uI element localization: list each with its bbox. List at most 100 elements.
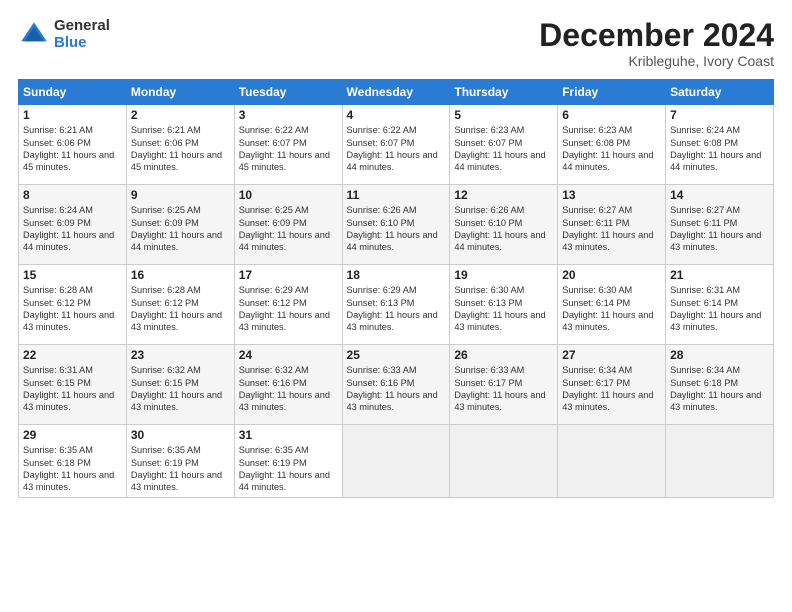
day-header-sunday: Sunday bbox=[19, 80, 127, 105]
day-info: Sunrise: 6:23 AMSunset: 6:07 PMDaylight:… bbox=[454, 125, 545, 172]
calendar-cell: 25 Sunrise: 6:33 AMSunset: 6:16 PMDaylig… bbox=[342, 345, 450, 425]
day-header-saturday: Saturday bbox=[666, 80, 774, 105]
day-number: 21 bbox=[670, 268, 769, 282]
day-header-monday: Monday bbox=[126, 80, 234, 105]
calendar-cell: 9 Sunrise: 6:25 AMSunset: 6:09 PMDayligh… bbox=[126, 185, 234, 265]
day-number: 28 bbox=[670, 348, 769, 362]
calendar-cell: 10 Sunrise: 6:25 AMSunset: 6:09 PMDaylig… bbox=[234, 185, 342, 265]
calendar-cell: 8 Sunrise: 6:24 AMSunset: 6:09 PMDayligh… bbox=[19, 185, 127, 265]
day-info: Sunrise: 6:30 AMSunset: 6:13 PMDaylight:… bbox=[454, 285, 545, 332]
day-info: Sunrise: 6:29 AMSunset: 6:12 PMDaylight:… bbox=[239, 285, 330, 332]
calendar-cell: 19 Sunrise: 6:30 AMSunset: 6:13 PMDaylig… bbox=[450, 265, 558, 345]
day-number: 27 bbox=[562, 348, 661, 362]
day-info: Sunrise: 6:35 AMSunset: 6:18 PMDaylight:… bbox=[23, 445, 114, 492]
calendar-cell: 15 Sunrise: 6:28 AMSunset: 6:12 PMDaylig… bbox=[19, 265, 127, 345]
calendar-cell bbox=[342, 425, 450, 498]
calendar-table: SundayMondayTuesdayWednesdayThursdayFrid… bbox=[18, 79, 774, 498]
calendar-week-1: 1 Sunrise: 6:21 AMSunset: 6:06 PMDayligh… bbox=[19, 105, 774, 185]
day-number: 31 bbox=[239, 428, 338, 442]
day-info: Sunrise: 6:34 AMSunset: 6:17 PMDaylight:… bbox=[562, 365, 653, 412]
day-info: Sunrise: 6:24 AMSunset: 6:08 PMDaylight:… bbox=[670, 125, 761, 172]
calendar-week-4: 22 Sunrise: 6:31 AMSunset: 6:15 PMDaylig… bbox=[19, 345, 774, 425]
calendar-cell: 26 Sunrise: 6:33 AMSunset: 6:17 PMDaylig… bbox=[450, 345, 558, 425]
day-header-friday: Friday bbox=[558, 80, 666, 105]
day-number: 18 bbox=[347, 268, 446, 282]
day-number: 19 bbox=[454, 268, 553, 282]
day-header-tuesday: Tuesday bbox=[234, 80, 342, 105]
calendar-cell: 31 Sunrise: 6:35 AMSunset: 6:19 PMDaylig… bbox=[234, 425, 342, 498]
month-title: December 2024 bbox=[539, 18, 774, 53]
calendar-cell: 11 Sunrise: 6:26 AMSunset: 6:10 PMDaylig… bbox=[342, 185, 450, 265]
day-number: 24 bbox=[239, 348, 338, 362]
day-number: 17 bbox=[239, 268, 338, 282]
day-number: 26 bbox=[454, 348, 553, 362]
day-info: Sunrise: 6:32 AMSunset: 6:15 PMDaylight:… bbox=[131, 365, 222, 412]
day-info: Sunrise: 6:29 AMSunset: 6:13 PMDaylight:… bbox=[347, 285, 438, 332]
calendar-cell bbox=[450, 425, 558, 498]
logo-general-text: General bbox=[54, 18, 110, 35]
calendar-cell: 1 Sunrise: 6:21 AMSunset: 6:06 PMDayligh… bbox=[19, 105, 127, 185]
day-info: Sunrise: 6:25 AMSunset: 6:09 PMDaylight:… bbox=[239, 205, 330, 252]
calendar-week-3: 15 Sunrise: 6:28 AMSunset: 6:12 PMDaylig… bbox=[19, 265, 774, 345]
day-info: Sunrise: 6:21 AMSunset: 6:06 PMDaylight:… bbox=[23, 125, 114, 172]
day-info: Sunrise: 6:26 AMSunset: 6:10 PMDaylight:… bbox=[347, 205, 438, 252]
day-info: Sunrise: 6:25 AMSunset: 6:09 PMDaylight:… bbox=[131, 205, 222, 252]
day-number: 5 bbox=[454, 108, 553, 122]
calendar-cell: 16 Sunrise: 6:28 AMSunset: 6:12 PMDaylig… bbox=[126, 265, 234, 345]
day-info: Sunrise: 6:30 AMSunset: 6:14 PMDaylight:… bbox=[562, 285, 653, 332]
day-header-thursday: Thursday bbox=[450, 80, 558, 105]
header: General Blue December 2024 Kribleguhe, I… bbox=[18, 18, 774, 69]
logo-blue-text: Blue bbox=[54, 35, 110, 52]
day-info: Sunrise: 6:28 AMSunset: 6:12 PMDaylight:… bbox=[131, 285, 222, 332]
day-info: Sunrise: 6:31 AMSunset: 6:15 PMDaylight:… bbox=[23, 365, 114, 412]
day-number: 29 bbox=[23, 428, 122, 442]
day-number: 6 bbox=[562, 108, 661, 122]
calendar-cell: 17 Sunrise: 6:29 AMSunset: 6:12 PMDaylig… bbox=[234, 265, 342, 345]
calendar-cell: 28 Sunrise: 6:34 AMSunset: 6:18 PMDaylig… bbox=[666, 345, 774, 425]
day-number: 11 bbox=[347, 188, 446, 202]
calendar-cell: 12 Sunrise: 6:26 AMSunset: 6:10 PMDaylig… bbox=[450, 185, 558, 265]
calendar-cell: 7 Sunrise: 6:24 AMSunset: 6:08 PMDayligh… bbox=[666, 105, 774, 185]
day-number: 3 bbox=[239, 108, 338, 122]
day-number: 4 bbox=[347, 108, 446, 122]
day-info: Sunrise: 6:22 AMSunset: 6:07 PMDaylight:… bbox=[347, 125, 438, 172]
calendar-cell: 3 Sunrise: 6:22 AMSunset: 6:07 PMDayligh… bbox=[234, 105, 342, 185]
day-number: 1 bbox=[23, 108, 122, 122]
location: Kribleguhe, Ivory Coast bbox=[539, 53, 774, 69]
calendar-cell: 6 Sunrise: 6:23 AMSunset: 6:08 PMDayligh… bbox=[558, 105, 666, 185]
day-info: Sunrise: 6:24 AMSunset: 6:09 PMDaylight:… bbox=[23, 205, 114, 252]
day-info: Sunrise: 6:32 AMSunset: 6:16 PMDaylight:… bbox=[239, 365, 330, 412]
calendar-cell: 21 Sunrise: 6:31 AMSunset: 6:14 PMDaylig… bbox=[666, 265, 774, 345]
day-number: 10 bbox=[239, 188, 338, 202]
day-number: 12 bbox=[454, 188, 553, 202]
day-info: Sunrise: 6:35 AMSunset: 6:19 PMDaylight:… bbox=[239, 445, 330, 492]
calendar-cell: 24 Sunrise: 6:32 AMSunset: 6:16 PMDaylig… bbox=[234, 345, 342, 425]
logo-text: General Blue bbox=[54, 18, 110, 51]
day-number: 22 bbox=[23, 348, 122, 362]
calendar-cell: 18 Sunrise: 6:29 AMSunset: 6:13 PMDaylig… bbox=[342, 265, 450, 345]
calendar-week-2: 8 Sunrise: 6:24 AMSunset: 6:09 PMDayligh… bbox=[19, 185, 774, 265]
calendar-cell: 13 Sunrise: 6:27 AMSunset: 6:11 PMDaylig… bbox=[558, 185, 666, 265]
day-number: 23 bbox=[131, 348, 230, 362]
day-info: Sunrise: 6:34 AMSunset: 6:18 PMDaylight:… bbox=[670, 365, 761, 412]
day-number: 8 bbox=[23, 188, 122, 202]
day-number: 15 bbox=[23, 268, 122, 282]
calendar-week-5: 29 Sunrise: 6:35 AMSunset: 6:18 PMDaylig… bbox=[19, 425, 774, 498]
logo-icon bbox=[18, 19, 50, 51]
day-number: 2 bbox=[131, 108, 230, 122]
page: General Blue December 2024 Kribleguhe, I… bbox=[0, 0, 792, 612]
day-info: Sunrise: 6:22 AMSunset: 6:07 PMDaylight:… bbox=[239, 125, 330, 172]
day-info: Sunrise: 6:23 AMSunset: 6:08 PMDaylight:… bbox=[562, 125, 653, 172]
calendar-cell: 20 Sunrise: 6:30 AMSunset: 6:14 PMDaylig… bbox=[558, 265, 666, 345]
calendar-cell: 14 Sunrise: 6:27 AMSunset: 6:11 PMDaylig… bbox=[666, 185, 774, 265]
day-number: 30 bbox=[131, 428, 230, 442]
day-number: 13 bbox=[562, 188, 661, 202]
calendar-cell: 29 Sunrise: 6:35 AMSunset: 6:18 PMDaylig… bbox=[19, 425, 127, 498]
calendar-cell: 27 Sunrise: 6:34 AMSunset: 6:17 PMDaylig… bbox=[558, 345, 666, 425]
day-info: Sunrise: 6:26 AMSunset: 6:10 PMDaylight:… bbox=[454, 205, 545, 252]
day-info: Sunrise: 6:27 AMSunset: 6:11 PMDaylight:… bbox=[562, 205, 653, 252]
day-number: 14 bbox=[670, 188, 769, 202]
calendar-cell: 5 Sunrise: 6:23 AMSunset: 6:07 PMDayligh… bbox=[450, 105, 558, 185]
calendar-cell: 30 Sunrise: 6:35 AMSunset: 6:19 PMDaylig… bbox=[126, 425, 234, 498]
day-number: 9 bbox=[131, 188, 230, 202]
